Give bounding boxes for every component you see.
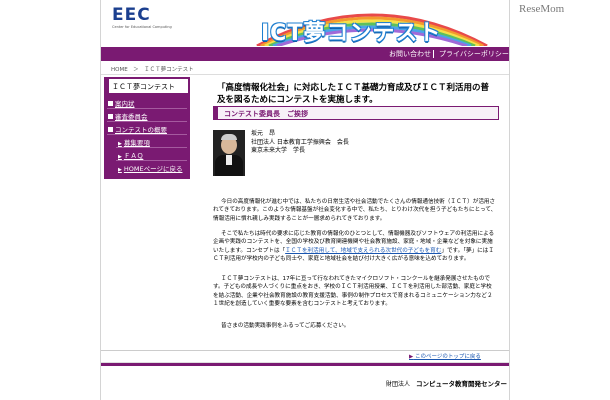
footer: 財団法人 コンピュータ教育開発センター [101, 362, 509, 400]
page-container: EEC Center for Educational Computing ICT… [100, 0, 510, 400]
arrow-right-icon: ▶ [409, 354, 414, 360]
sidebar-item-committee[interactable]: 審査委員会 [108, 111, 148, 121]
square-bullet-icon [108, 114, 113, 119]
logo-subtitle: Center for Educational Computing [112, 25, 172, 29]
greeting-paragraph-4: 皆さまの活動実践事例をふるってご応募ください。 [221, 323, 350, 329]
footer-org: 財団法人 コンピュータ教育開発センター [386, 378, 507, 388]
logo-text: EEC [112, 5, 151, 25]
square-bullet-icon [108, 127, 113, 132]
content-divider [101, 350, 509, 351]
sidebar-divider [116, 147, 187, 148]
sidebar-title-text: ＩＣＴ夢コンテスト [112, 83, 175, 91]
footer-org-name: コンピュータ教育開発センター [416, 380, 508, 388]
sidebar-item-label: コンテストの概要 [115, 126, 167, 134]
greeting-paragraph-2: そこで私たちは時代の要求に応じた教育の情報化のひとつとして、情報機器及びソフトウ… [213, 230, 497, 264]
contact-link[interactable]: お問い合わせ [389, 49, 431, 59]
chairman-profile: 坂元 昂 社団法人 日本教育工学振興会 会長 東京未来大学 学長 [251, 130, 349, 156]
watermark: ReseMom [519, 3, 565, 15]
arrow-right-icon: ▶ [118, 167, 122, 173]
sidebar-item-overview[interactable]: コンテストの概要 [108, 124, 167, 134]
sidebar-title: ＩＣＴ夢コンテスト [106, 79, 188, 93]
sidebar-item-label: 募集要項 [123, 139, 150, 147]
nav-divider [433, 50, 434, 58]
chairman-photo [213, 130, 245, 176]
sidebar: ＩＣＴ夢コンテスト 案内状 審査委員会 コンテストの概要 ▶ 募集要項 ▶ ＦＡＱ … [104, 77, 190, 179]
photo-hair [221, 134, 237, 140]
footer-prefix: 財団法人 [386, 381, 411, 388]
sidebar-divider [107, 134, 187, 135]
chairman-title-1: 社団法人 日本教育工学振興会 会長 [251, 138, 349, 146]
sidebar-item-label: ＦＡＱ [123, 152, 144, 160]
section-title: コンテスト委員長 ご挨拶 [224, 110, 308, 118]
sidebar-item-guidelines[interactable]: ▶ 募集要項 [118, 137, 150, 147]
concept-highlight: ＩＣＴを利活用して、地域で支えられる次世代の子どもを育む [285, 247, 442, 254]
sidebar-title-marker [106, 79, 109, 93]
sidebar-divider [107, 121, 187, 122]
sidebar-item-label: 審査委員会 [115, 113, 148, 121]
greeting-paragraph-1: 今日の高度情報化が進む中では、私たちの日常生活や社会活動でたくさんの情報通信技術… [213, 199, 497, 222]
chairman-name: 坂元 昂 [251, 130, 276, 137]
section-header: コンテスト委員長 ご挨拶 [213, 106, 499, 120]
sidebar-divider [107, 108, 187, 109]
privacy-link[interactable]: プライバシーポリシー [439, 49, 509, 59]
page-heading: 「高度情報化社会」に対応したＩＣＴ基礎力育成及びＩＣＴ利活用の普及を図るためにコ… [217, 83, 490, 105]
back-to-top-link[interactable]: ▶ このページのトップに戻る [409, 352, 481, 360]
footer-rule [101, 363, 509, 366]
breadcrumb[interactable]: HOME ＞ ＩＣＴ夢コンテスト [111, 65, 194, 73]
sidebar-item-home[interactable]: ▶ HOMEページに戻る [118, 163, 182, 173]
square-bullet-icon [108, 101, 113, 106]
greeting-paragraph-3: ＩＣＴ夢コンテストは、17年に亘って行なわれてきたマイクロソフト・コンクールを継… [213, 276, 493, 308]
top-nav: お問い合わせ プライバシーポリシー [101, 47, 509, 61]
sidebar-item-label: 案内状 [115, 100, 135, 108]
header: EEC Center for Educational Computing ICT… [101, 0, 509, 46]
photo-collar [226, 155, 232, 165]
sidebar-divider [116, 160, 187, 161]
contest-title: ICT夢コンテスト [261, 21, 442, 46]
eec-logo[interactable]: EEC Center for Educational Computing [112, 6, 172, 30]
back-to-top-label: このページのトップに戻る [414, 354, 481, 360]
breadcrumb-divider [101, 74, 509, 75]
chairman-title-2: 東京未来大学 学長 [251, 147, 306, 154]
sidebar-item-faq[interactable]: ▶ ＦＡＱ [118, 150, 143, 160]
section-header-marker [214, 107, 218, 119]
sidebar-item-invitation[interactable]: 案内状 [108, 98, 135, 108]
sidebar-item-label: HOMEページに戻る [123, 165, 183, 173]
